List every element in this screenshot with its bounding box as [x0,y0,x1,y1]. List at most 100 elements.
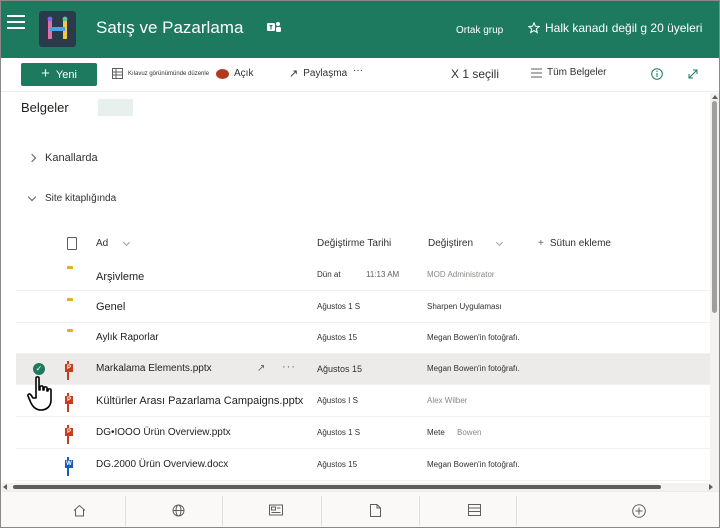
share-label: Paylaşma [303,68,348,79]
view-label: Tüm Belgeler [547,67,607,78]
scroll-left-icon[interactable] [3,484,7,490]
chevron-down-icon [27,192,37,201]
new-button[interactable]: + Yeni [21,63,97,86]
chevron-right-icon [27,153,37,163]
grid-edit-label: Kılavuz görünümünde düzenle [128,70,210,77]
list-icon[interactable] [468,504,481,516]
modified-by: Megan Bowen'in fotoğrafı. [427,333,520,342]
new-button-label: Yeni [55,68,77,81]
hand-cursor-icon [27,376,52,411]
section-channels-label: Kanallarda [45,152,98,164]
follow-button[interactable]: Halk kanadı değil g 20 üyeleri [528,21,702,35]
modified-date: Ağustos I S [317,396,358,405]
powerpoint-icon [67,393,69,412]
plus-icon: + [41,65,50,82]
open-button[interactable]: Açık [216,68,253,79]
site-title[interactable]: Satış ve Pazarlama [96,18,243,38]
section-channels[interactable]: Kanallarda [27,152,98,164]
more-commands-button[interactable]: ··· [353,65,363,76]
grid-edit-button[interactable]: Kılavuz görünümünde düzenle [112,68,209,79]
view-list-icon [531,68,542,77]
group-type-label: Ortak grup [456,25,504,36]
share-button[interactable]: ↗ Paylaşma [289,67,347,80]
expand-icon[interactable] [687,68,699,80]
column-header-modified-by[interactable]: Değiştiren [428,238,504,249]
modified-by: Megan Bowen'in fotoğrafı. [427,460,520,469]
vertical-scroll-thumb[interactable] [712,101,717,313]
table-row[interactable]: DG•IOOO Ürün Overview.pptx Ağustos 1 S M… [16,418,714,449]
file-name[interactable]: Arşivleme [96,271,144,283]
bottom-navigation [1,491,719,527]
nav-divider [125,496,126,526]
home-icon[interactable] [73,504,86,517]
add-icon[interactable] [632,504,646,518]
grid-icon [112,68,123,79]
table-row[interactable]: Kültürler Arası Pazarlama Campaigns.pptx… [16,386,714,417]
hamburger-icon[interactable] [7,15,25,31]
teams-icon[interactable] [267,20,281,34]
modified-date: Ağustos 15 [317,364,363,374]
scroll-up-icon[interactable] [712,95,718,99]
file-icon[interactable] [370,504,381,517]
table-row[interactable]: Genel Ağustos 1 S Sharpen Uygulaması [16,292,714,323]
logo-icon [47,16,68,39]
nav-divider [419,496,420,526]
table-row[interactable]: Arşivleme Dün at 11:13 AM MOD Administra… [16,260,714,291]
file-type-header-icon[interactable] [67,237,77,250]
globe-icon[interactable] [172,504,185,517]
command-bar: + Yeni Kılavuz görünümünde düzenle Açık … [1,58,719,92]
title-highlight [98,99,133,116]
chevron-down-icon [123,238,131,246]
file-name[interactable]: Genel [96,301,125,313]
modified-date: Ağustos 1 S [317,428,361,437]
scroll-right-icon[interactable] [709,484,713,490]
column-header-name[interactable]: Ad [96,238,131,249]
file-name[interactable]: DG•IOOO Ürün Overview.pptx [96,427,231,438]
modified-time: 11:13 AM [366,270,400,279]
column-header-modified-by-label: Değiştiren [428,238,474,249]
section-site-library-label: Site kitaplığında [45,193,117,204]
add-column-label: Sütun ekleme [549,238,611,249]
file-name[interactable]: Kültürler Arası Pazarlama Campaigns.pptx [96,395,303,407]
modified-by: Sharpen Uygulaması [427,302,502,311]
section-site-library[interactable]: Site kitaplığında [27,192,117,204]
info-icon[interactable] [651,68,663,80]
modified-date: Ağustos 1 S [317,302,361,311]
file-name[interactable]: Markalama Elements.pptx [96,363,212,374]
table-row[interactable]: Aylık Raporlar Ağustos 15 Megan Bowen'in… [16,323,714,354]
add-icon: + [538,238,544,249]
share-icon: ↗ [289,68,299,80]
follow-label: Halk kanadı değil g 20 üyeleri [545,21,703,35]
modified-by: Alex Wilber [427,396,468,405]
column-header-modified-label: Değiştirme Tarihi [317,238,392,249]
modified-by-surname: Bowen [457,428,482,437]
horizontal-scrollbar[interactable] [1,483,719,491]
news-icon[interactable] [269,504,283,516]
selected-count[interactable]: X 1 seçili [451,67,499,81]
modified-by: Mete [427,428,445,437]
checkmark-icon[interactable]: ✓ [33,363,45,375]
modified-by: Megan Bowen'in fotoğrafı. [427,364,520,373]
view-selector[interactable]: Tüm Belgeler [531,67,606,78]
column-header-name-label: Ad [96,238,109,249]
vertical-scrollbar[interactable] [710,93,719,485]
open-label: Açık [234,68,254,79]
app-frame: Satış ve Pazarlama Ortak grup Halk kanad… [0,0,720,528]
file-name[interactable]: Aylık Raporlar [96,332,159,343]
horizontal-scroll-thumb[interactable] [13,485,661,489]
share-icon[interactable]: ↗ [257,363,265,374]
more-icon[interactable]: ··· [282,361,296,373]
table-row-selected[interactable]: ✓ Markalama Elements.pptx ↗ ··· Ağustos … [16,354,714,385]
table-row[interactable]: DG.2000 Ürün Overview.docx Ağustos 15 Me… [16,450,714,481]
modified-date: Ağustos 15 [317,333,358,342]
nav-divider [222,496,223,526]
powerpoint-icon [67,425,69,444]
add-column-button[interactable]: + Sütun ekleme [538,238,611,249]
page-title: Belgeler [21,100,69,115]
column-header-modified[interactable]: Değiştirme Tarihi [317,238,391,249]
word-icon [67,457,69,476]
file-name[interactable]: DG.2000 Ürün Overview.docx [96,459,228,470]
site-logo[interactable] [39,11,76,47]
modified-date: Dün at [317,270,341,279]
chevron-down-icon [495,238,504,246]
